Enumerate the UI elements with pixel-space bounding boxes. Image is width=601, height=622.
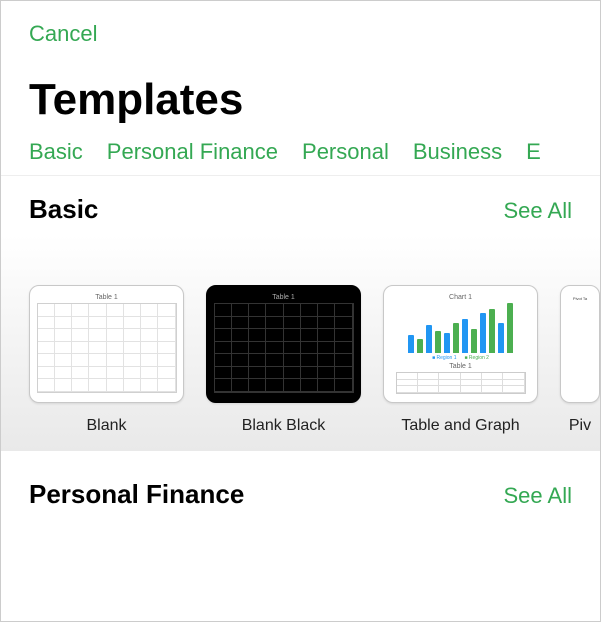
template-label-blank: Blank <box>86 417 126 435</box>
thumb-pivot: Pivot Ta <box>560 285 600 403</box>
template-table-and-graph[interactable]: Chart 1 <box>383 285 538 435</box>
category-tabs: Basic Personal Finance Personal Business… <box>1 135 600 176</box>
tab-more[interactable]: E <box>526 139 541 165</box>
thumb-table-label: Table 1 <box>449 363 472 370</box>
template-label-pivot: Piv <box>569 417 591 435</box>
page-title: Templates <box>1 57 600 135</box>
template-label-blank-black: Blank Black <box>242 417 326 435</box>
grid-icon <box>37 303 177 393</box>
thumb-blank: Table 1 <box>29 285 184 403</box>
pivot-text-icon: Pivot Ta <box>571 294 589 303</box>
see-all-personal-finance[interactable]: See All <box>504 483 573 509</box>
thumb-blank-black: Table 1 <box>206 285 361 403</box>
template-blank-black[interactable]: Table 1 Blank Black <box>206 285 361 435</box>
bar-chart-icon <box>391 303 531 353</box>
section-title-personal-finance: Personal Finance <box>29 479 244 510</box>
template-blank[interactable]: Table 1 Blank <box>29 285 184 435</box>
grid-icon <box>214 303 354 393</box>
thumb-chart-label: Chart 1 <box>449 294 472 301</box>
cancel-button[interactable]: Cancel <box>29 21 97 46</box>
chart-legend: Region 1 Region 2 <box>432 355 489 361</box>
table-icon <box>396 372 526 394</box>
section-basic: Basic See All Table 1 Blank <box>1 176 600 451</box>
section-title-basic: Basic <box>29 194 98 225</box>
section-personal-finance: Personal Finance See All <box>1 451 600 550</box>
thumb-table-and-graph: Chart 1 <box>383 285 538 403</box>
see-all-basic[interactable]: See All <box>504 198 573 224</box>
thumb-blank-label: Table 1 <box>95 294 118 301</box>
tab-personal[interactable]: Personal <box>302 139 389 165</box>
template-label-table-and-graph: Table and Graph <box>401 417 519 435</box>
thumb-blank-black-label: Table 1 <box>272 294 295 301</box>
tab-business[interactable]: Business <box>413 139 502 165</box>
tab-basic[interactable]: Basic <box>29 139 83 165</box>
template-pivot[interactable]: Pivot Ta Piv <box>560 285 600 435</box>
template-row-basic: Table 1 Blank Table 1 <box>1 235 600 451</box>
tab-personal-finance[interactable]: Personal Finance <box>107 139 278 165</box>
